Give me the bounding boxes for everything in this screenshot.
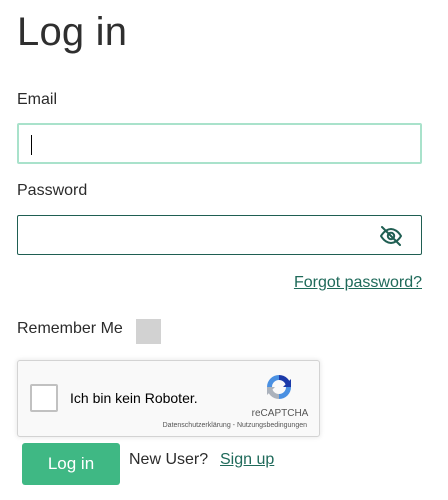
recaptcha-brand: reCAPTCHA — [251, 408, 309, 419]
new-user-text: New User? — [129, 451, 209, 468]
recaptcha-terms-links[interactable]: Datenschutzerklärung - Nutzungsbedingung… — [163, 422, 307, 429]
recaptcha-label: Ich bin kein Roboter. — [70, 390, 198, 406]
signup-link[interactable]: Sign up — [220, 451, 274, 469]
recaptcha-checkbox[interactable] — [30, 384, 58, 412]
remember-me-checkbox[interactable] — [136, 319, 161, 344]
email-field[interactable] — [17, 123, 422, 164]
recaptcha-widget: Ich bin kein Roboter. reCAPTCHA Datensch… — [17, 360, 320, 437]
eye-slash-icon[interactable] — [379, 225, 403, 247]
password-label: Password — [17, 182, 88, 199]
page-title: Log in — [17, 10, 128, 54]
password-field[interactable] — [17, 215, 422, 255]
forgot-password-link[interactable]: Forgot password? — [294, 274, 422, 292]
recaptcha-logo-icon — [263, 371, 295, 403]
login-button[interactable]: Log in — [22, 443, 120, 485]
text-cursor — [31, 135, 32, 155]
remember-me-label: Remember Me — [17, 320, 123, 337]
email-label: Email — [17, 91, 58, 108]
